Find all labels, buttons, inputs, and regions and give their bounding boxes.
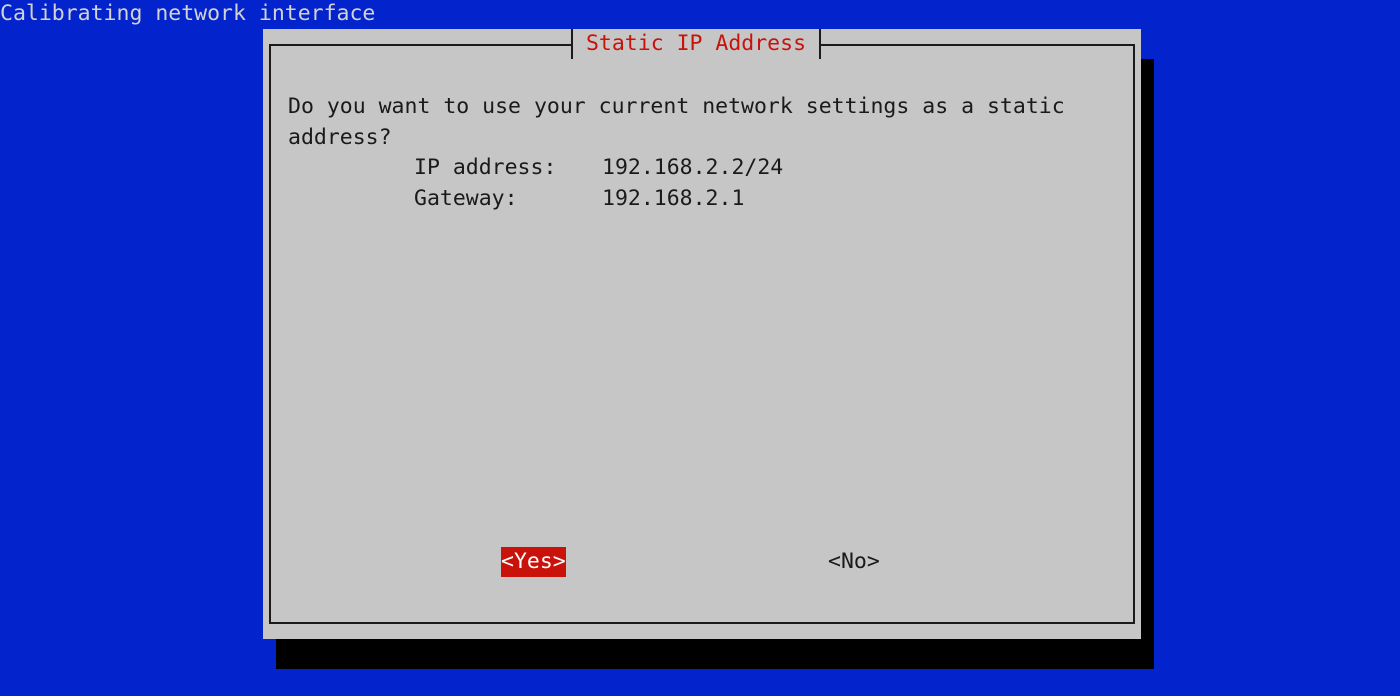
ip-address-row: IP address: 192.168.2.2/24 (414, 152, 783, 183)
no-button[interactable]: <No> (828, 547, 880, 577)
gateway-label: Gateway: (414, 186, 518, 211)
ip-address-label: IP address: (414, 155, 557, 180)
dialog-title: Static IP Address (571, 29, 821, 59)
network-info: IP address: 192.168.2.2/24 Gateway: 192.… (414, 152, 783, 214)
backtitle: Calibrating network interface (0, 1, 376, 26)
ip-address-value: 192.168.2.2/24 (602, 155, 784, 180)
static-ip-dialog: Static IP Address Do you want to use you… (263, 29, 1141, 639)
gateway-value: 192.168.2.1 (602, 186, 745, 211)
yes-button[interactable]: <Yes> (501, 547, 566, 577)
dialog-message: Do you want to use your current network … (288, 94, 1065, 150)
gateway-row: Gateway: 192.168.2.1 (414, 183, 783, 214)
